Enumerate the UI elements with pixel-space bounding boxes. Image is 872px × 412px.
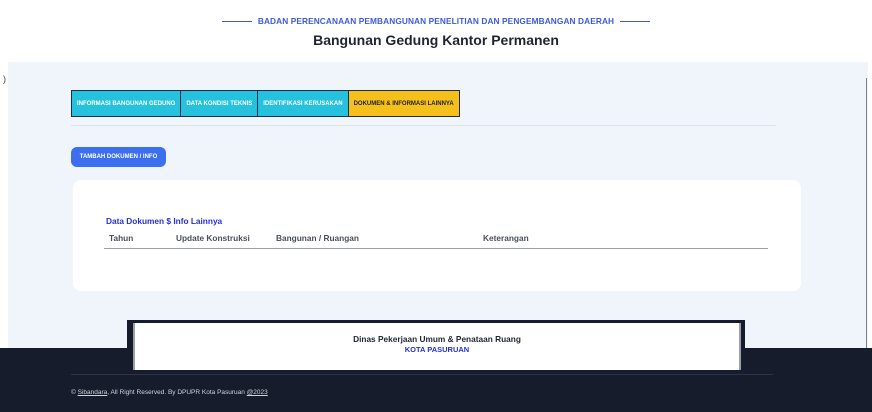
footer-divider [71, 374, 773, 375]
tab-bar: INFORMASI BANGUNAN GEDUNG DATA KONDISI T… [71, 90, 460, 117]
org-name: Dinas Pekerjaan Umum & Penataan Ruang [353, 334, 521, 344]
top-header: BADAN PERENCANAAN PEMBANGUNAN PENELITIAN… [0, 0, 872, 62]
table-header-rule [104, 248, 768, 249]
subtitle-rule-right [620, 20, 651, 22]
edge-mark: ) [3, 74, 6, 84]
tab-dokumen-informasi[interactable]: DOKUMEN & INFORMASI LAINNYA [347, 90, 460, 117]
agency-subtitle: BADAN PERENCANAAN PEMBANGUNAN PENELITIAN… [257, 16, 615, 26]
org-box: Dinas Pekerjaan Umum & Penataan Ruang KO… [133, 323, 741, 370]
tab-data-kondisi-teknis[interactable]: DATA KONDISI TEKNIS [180, 90, 259, 117]
page-title: Bangunan Gedung Kantor Permanen [313, 32, 559, 48]
tabs-divider [71, 125, 776, 126]
copyright-text: © Sibandara, All Right Reserved. By DPUP… [71, 389, 268, 396]
tab-identifikasi-kerusakan[interactable]: IDENTIFIKASI KERUSAKAN [257, 90, 349, 117]
copyright-mid: , All Right Reserved. By DPUPR Kota Pasu… [107, 389, 247, 396]
column-header-bangunan: Bangunan / Ruangan [276, 233, 359, 243]
scroll-edge [866, 78, 867, 348]
add-document-button[interactable]: TAMBAH DOKUMEN / INFO [71, 147, 166, 167]
documents-title: Data Dokumen $ Info Lainnya [106, 216, 223, 226]
column-header-keterangan: Keterangan [483, 233, 529, 243]
documents-card: Data Dokumen $ Info Lainnya Tahun Update… [73, 180, 801, 291]
column-header-update: Update Konstruksi [176, 233, 250, 243]
brand-link[interactable]: Sibandara [78, 389, 108, 396]
subtitle-rule-left [221, 20, 252, 22]
column-header-tahun: Tahun [109, 233, 134, 243]
tab-informasi-bangunan[interactable]: INFORMASI BANGUNAN GEDUNG [71, 90, 182, 117]
copyright-prefix: © [71, 389, 78, 396]
year-link[interactable]: @2023 [247, 389, 268, 396]
org-city: KOTA PASURUAN [404, 345, 470, 354]
agency-line: BADAN PERENCANAAN PEMBANGUNAN PENELITIAN… [0, 16, 872, 26]
